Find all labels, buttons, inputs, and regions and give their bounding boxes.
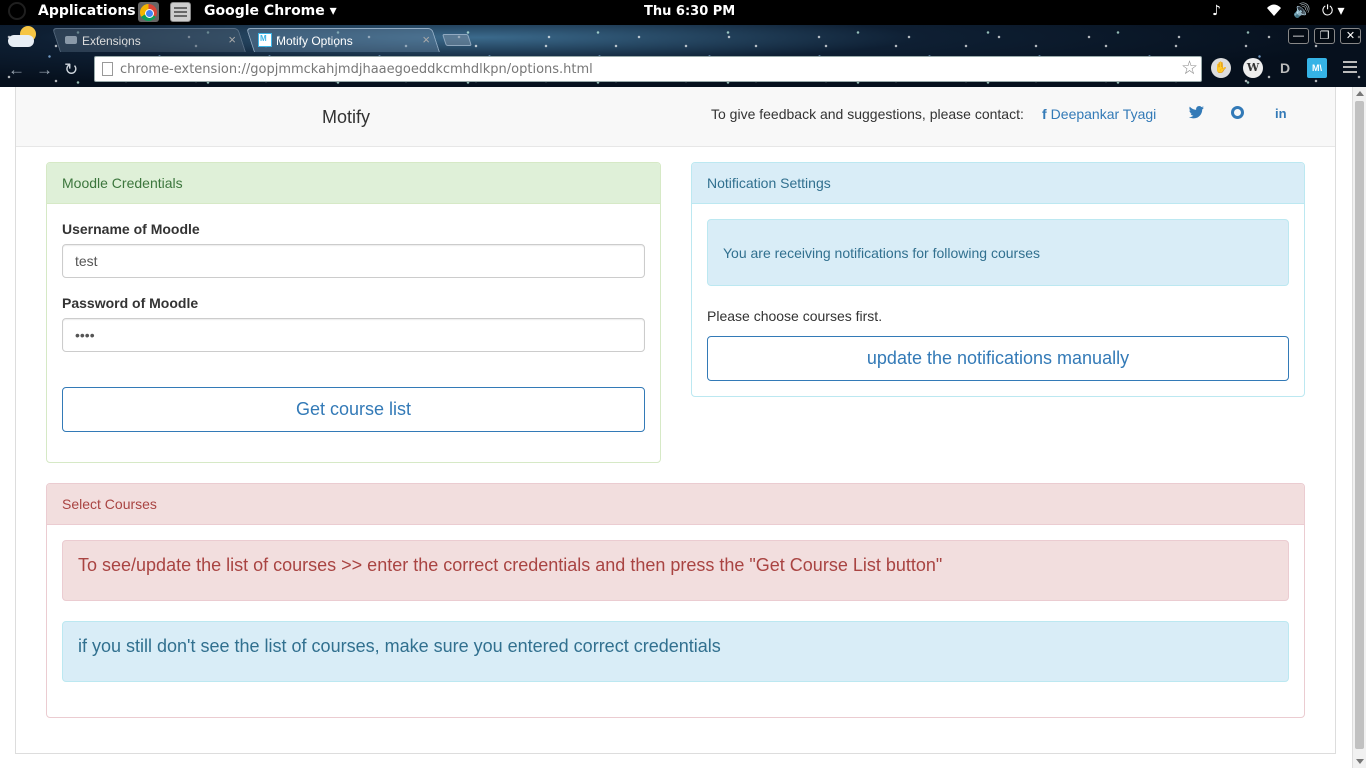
motify-favicon-icon <box>258 33 272 47</box>
music-icon[interactable]: ♪ <box>1212 3 1221 19</box>
notification-heading: Notification Settings <box>692 163 1304 204</box>
extension-d-icon[interactable]: D <box>1275 58 1295 78</box>
facebook-icon: f <box>1042 106 1047 122</box>
navbar: Motify To give feedback and suggestions,… <box>16 87 1335 147</box>
tab-title: Motify Options <box>276 34 353 48</box>
app-menu[interactable]: Google Chrome ▾ <box>204 3 337 19</box>
applications-menu[interactable]: Applications <box>8 2 136 20</box>
linkedin-icon[interactable]: in <box>1275 106 1287 121</box>
os-top-panel: Applications Google Chrome ▾ Thu 6:30 PM… <box>0 0 1366 25</box>
address-bar[interactable]: chrome-extension://gopjmmckahjmdjhaaegoe… <box>94 56 1202 82</box>
close-window-button[interactable]: ✕ <box>1340 28 1361 44</box>
power-icon[interactable]: ⏻ ▾ <box>1322 3 1345 19</box>
new-tab-button[interactable] <box>442 34 472 46</box>
github-icon[interactable] <box>1231 106 1244 122</box>
get-course-list-button[interactable]: Get course list <box>62 387 645 432</box>
credentials-hint-alert: if you still don't see the list of cours… <box>62 621 1289 682</box>
notification-info-alert: You are receiving notifications for foll… <box>707 219 1289 286</box>
wifi-icon[interactable] <box>1266 3 1282 21</box>
facebook-author-link[interactable]: f Deepankar Tyagi <box>1042 106 1156 122</box>
puzzle-icon <box>64 33 78 47</box>
password-input[interactable] <box>62 318 645 352</box>
select-courses-heading: Select Courses <box>47 484 1304 525</box>
gnome-foot-icon <box>8 2 26 20</box>
back-button[interactable]: ← <box>8 60 25 80</box>
contact-text: To give feedback and suggestions, please… <box>711 106 1024 122</box>
scroll-up-arrow-icon[interactable] <box>1356 91 1364 96</box>
forward-button[interactable]: → <box>36 60 53 80</box>
clock[interactable]: Thu 6:30 PM <box>644 4 735 19</box>
twitter-icon[interactable] <box>1189 106 1204 122</box>
chrome-launcher-icon[interactable] <box>138 2 159 22</box>
chrome-menu-icon[interactable] <box>1343 61 1357 75</box>
password-label: Password of Moodle <box>62 295 199 311</box>
extension-wikipedia-icon[interactable]: W <box>1243 58 1263 78</box>
minimize-button[interactable]: — <box>1288 28 1309 44</box>
scroll-down-arrow-icon[interactable] <box>1356 759 1364 764</box>
page-viewport: Motify To give feedback and suggestions,… <box>0 87 1366 768</box>
file-manager-launcher-icon[interactable] <box>170 2 191 22</box>
username-label: Username of Moodle <box>62 221 200 237</box>
extension-motify-icon[interactable]: M\ <box>1307 58 1327 78</box>
maximize-button[interactable]: ❐ <box>1314 28 1335 44</box>
applications-label: Applications <box>38 3 136 19</box>
brand-title[interactable]: Motify <box>322 107 370 128</box>
extension-hand-icon[interactable]: ✋ <box>1211 58 1231 78</box>
notification-settings-panel: Notification Settings You are receiving … <box>691 162 1305 397</box>
options-container: Motify To give feedback and suggestions,… <box>15 87 1336 754</box>
select-courses-panel: Select Courses To see/update the list of… <box>46 483 1305 718</box>
bookmark-star-icon[interactable]: ☆ <box>1181 57 1198 80</box>
username-input[interactable] <box>62 244 645 278</box>
volume-icon[interactable]: 🔊 <box>1293 3 1310 19</box>
page-scrollbar[interactable] <box>1352 87 1366 768</box>
tab-close-icon[interactable]: × <box>422 32 430 47</box>
update-notifications-button[interactable]: update the notifications manually <box>707 336 1289 381</box>
choose-courses-text: Please choose courses first. <box>707 308 883 324</box>
weather-icon <box>8 26 38 50</box>
tab-close-icon[interactable]: × <box>228 32 236 47</box>
credentials-warning-alert: To see/update the list of courses >> ent… <box>62 540 1289 601</box>
tab-motify-options[interactable]: Motify Options × <box>246 28 440 52</box>
scrollbar-thumb[interactable] <box>1355 101 1364 749</box>
author-name: Deepankar Tyagi <box>1050 106 1157 122</box>
page-icon <box>102 62 113 76</box>
tab-extensions[interactable]: Extensions × <box>52 28 246 52</box>
tab-title: Extensions <box>82 34 141 48</box>
credentials-panel: Moodle Credentials Username of Moodle Pa… <box>46 162 661 463</box>
reload-button[interactable]: ↻ <box>64 60 78 80</box>
credentials-heading: Moodle Credentials <box>47 163 660 204</box>
browser-frame: Extensions × Motify Options × — ❐ ✕ ← → … <box>0 25 1366 87</box>
url-text[interactable]: chrome-extension://gopjmmckahjmdjhaaegoe… <box>120 62 593 77</box>
